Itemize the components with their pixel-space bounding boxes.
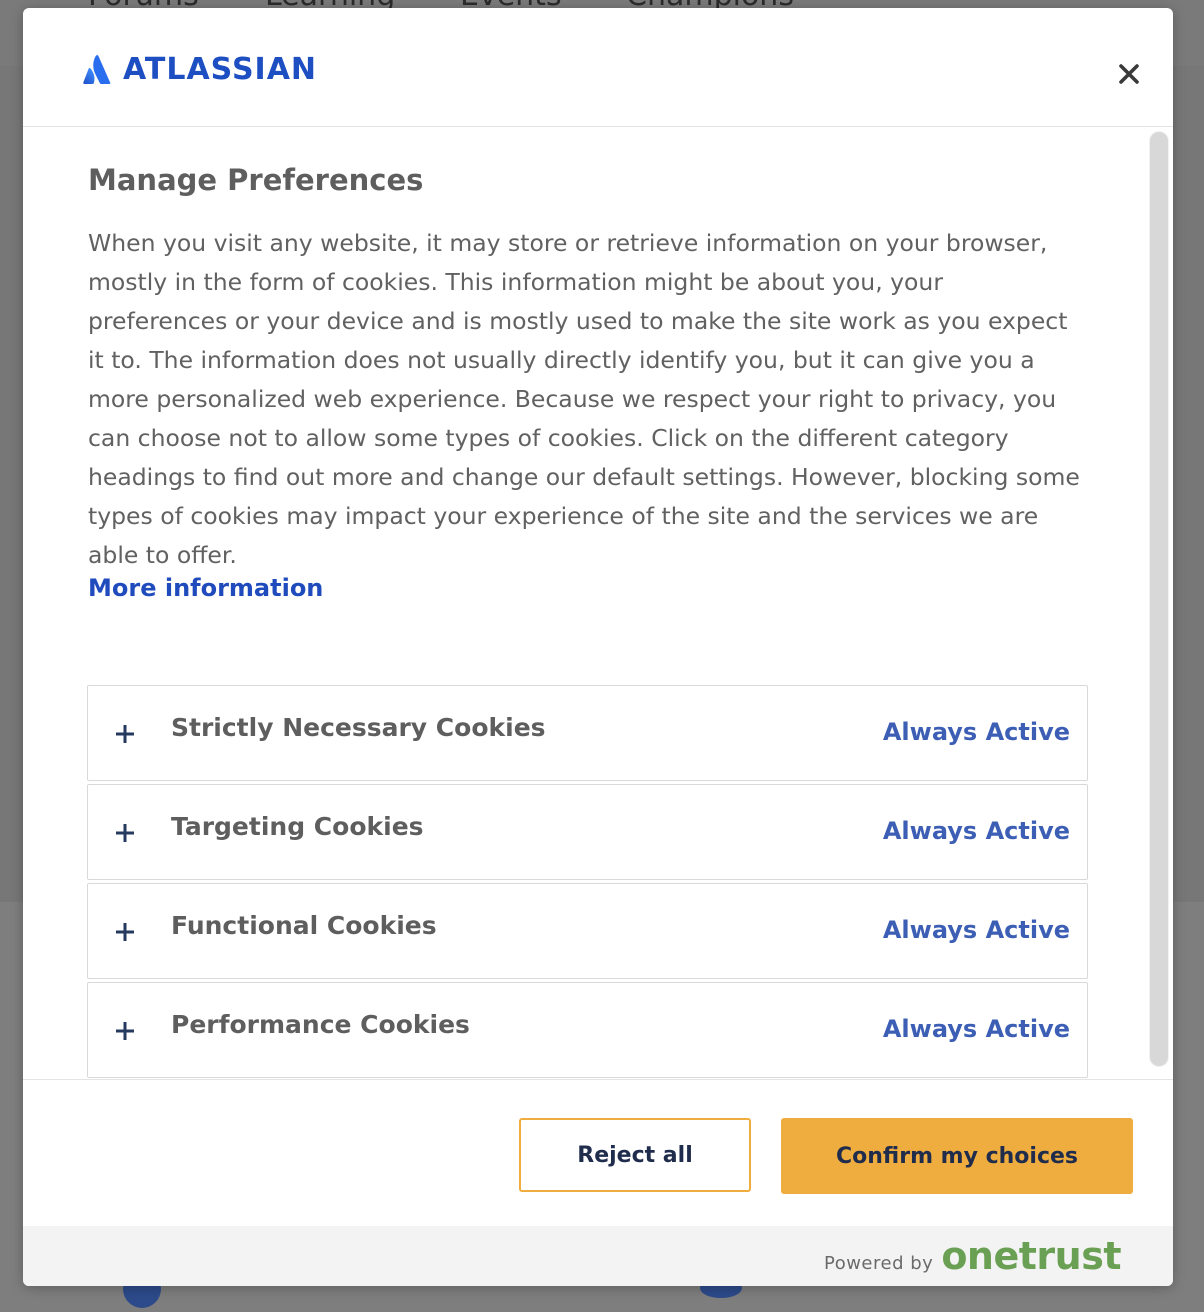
category-label: Strictly Necessary Cookies bbox=[171, 713, 546, 742]
plus-icon bbox=[116, 923, 134, 941]
page-title: Manage Preferences bbox=[88, 163, 424, 197]
category-status: Always Active bbox=[882, 817, 1070, 845]
modal-header: ATLASSIAN bbox=[23, 8, 1173, 127]
plus-icon bbox=[116, 824, 134, 842]
cookie-category-functional[interactable]: Functional Cookies Always Active bbox=[87, 883, 1088, 979]
onetrust-logo: onetrust bbox=[941, 1234, 1121, 1278]
cookie-category-list: Strictly Necessary Cookies Always Active… bbox=[87, 685, 1088, 1078]
cookie-category-performance[interactable]: Performance Cookies Always Active bbox=[87, 982, 1088, 1078]
plus-icon bbox=[116, 725, 134, 743]
powered-by-bar: Powered by onetrust bbox=[23, 1226, 1173, 1286]
category-status: Always Active bbox=[882, 1015, 1070, 1043]
plus-icon bbox=[116, 1022, 134, 1040]
modal-footer: Reject all Confirm my choices bbox=[23, 1079, 1173, 1226]
category-label: Targeting Cookies bbox=[171, 812, 424, 841]
more-information-link[interactable]: More information bbox=[88, 574, 323, 602]
powered-by-text: Powered by bbox=[823, 1253, 934, 1274]
confirm-choices-button[interactable]: Confirm my choices bbox=[781, 1118, 1133, 1194]
reject-all-button[interactable]: Reject all bbox=[519, 1118, 751, 1192]
atlassian-logo-icon bbox=[83, 54, 111, 84]
cookie-preferences-modal: ATLASSIAN Manage Preferences When you vi… bbox=[23, 8, 1173, 1286]
modal-body: Manage Preferences When you visit any we… bbox=[23, 127, 1173, 1078]
category-label: Performance Cookies bbox=[171, 1010, 470, 1039]
onetrust-link[interactable]: Powered by onetrust bbox=[823, 1234, 1122, 1278]
category-label: Functional Cookies bbox=[171, 911, 437, 940]
category-status: Always Active bbox=[882, 718, 1070, 746]
scrollbar-thumb[interactable] bbox=[1150, 132, 1168, 1066]
brand-name: ATLASSIAN bbox=[123, 52, 318, 87]
category-status: Always Active bbox=[882, 916, 1070, 944]
preferences-description: When you visit any website, it may store… bbox=[88, 229, 1080, 569]
atlassian-logo: ATLASSIAN bbox=[83, 52, 317, 87]
cookie-category-targeting[interactable]: Targeting Cookies Always Active bbox=[87, 784, 1088, 880]
cookie-category-strictly-necessary[interactable]: Strictly Necessary Cookies Always Active bbox=[87, 685, 1088, 781]
close-icon[interactable] bbox=[1113, 58, 1145, 90]
